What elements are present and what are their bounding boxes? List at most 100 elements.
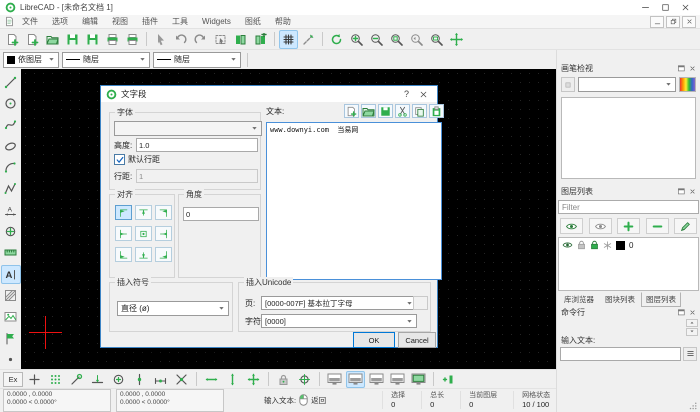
symbol-combo[interactable]: 直径 (ø) xyxy=(117,301,229,316)
menu-help[interactable]: 帮助 xyxy=(268,16,298,27)
text-tool-button[interactable]: A xyxy=(1,265,21,284)
menu-edit[interactable]: 编辑 xyxy=(75,16,105,27)
float-dock-icon[interactable] xyxy=(677,64,686,73)
command-options-button[interactable] xyxy=(683,347,697,361)
display-mode-1-button[interactable] xyxy=(325,371,344,388)
menu-plugins[interactable]: 插件 xyxy=(135,16,165,27)
redraw-button[interactable] xyxy=(327,30,346,49)
print-button[interactable] xyxy=(103,30,122,49)
dimension-tool-button[interactable]: A xyxy=(1,201,21,220)
paste-text-button[interactable] xyxy=(429,104,444,118)
snap-intersection-button[interactable] xyxy=(172,371,191,388)
layer-filter-input[interactable]: Filter xyxy=(558,200,699,214)
align-middle-right-button[interactable] xyxy=(155,226,172,241)
pen-color-combo[interactable]: 依图层 xyxy=(3,52,59,68)
ellipse-tool-button[interactable] xyxy=(1,136,21,155)
layer-lock-icon[interactable] xyxy=(577,240,586,250)
grid-toggle-button[interactable] xyxy=(279,30,298,49)
hide-all-layers-button[interactable] xyxy=(589,218,612,234)
image-tool-button[interactable] xyxy=(1,307,21,326)
zoom-out-button[interactable] xyxy=(367,30,386,49)
align-bottom-right-button[interactable] xyxy=(155,247,172,262)
measure-tool-button[interactable] xyxy=(1,243,21,262)
arc-tool-button[interactable] xyxy=(1,158,21,177)
open-button[interactable] xyxy=(43,30,62,49)
snap-entity-button[interactable] xyxy=(88,371,107,388)
restrict-vertical-button[interactable] xyxy=(223,371,242,388)
pen-wizard-combo[interactable] xyxy=(578,77,676,92)
mdi-restore-button[interactable] xyxy=(666,16,680,28)
save-as-button[interactable] xyxy=(83,30,102,49)
line-tool-button[interactable] xyxy=(1,72,21,91)
exclusive-snap-button[interactable]: Ex xyxy=(3,372,23,387)
close-dock-icon[interactable] xyxy=(689,187,696,196)
draft-mode-button[interactable] xyxy=(299,30,318,49)
block-tool-button[interactable] xyxy=(1,329,21,348)
zoom-in-button[interactable] xyxy=(347,30,366,49)
zoom-previous-button[interactable] xyxy=(407,30,426,49)
lock-relative-zero-button[interactable] xyxy=(274,371,293,388)
unicode-char-combo[interactable]: [0000] xyxy=(261,314,417,328)
print-preview-button[interactable] xyxy=(123,30,142,49)
menu-tools[interactable]: 工具 xyxy=(165,16,195,27)
snap-endpoint-button[interactable] xyxy=(67,371,86,388)
edit-layer-button[interactable] xyxy=(674,218,697,234)
remove-layer-button[interactable] xyxy=(646,218,669,234)
zoom-pan-button[interactable] xyxy=(447,30,466,49)
circle-tool-button[interactable] xyxy=(1,94,21,113)
load-text-button[interactable] xyxy=(361,104,376,118)
layer-color-swatch[interactable] xyxy=(616,241,625,250)
new-from-template-button[interactable] xyxy=(23,30,42,49)
polyline-tool-button[interactable] xyxy=(1,179,21,198)
layer-construction-icon[interactable] xyxy=(603,241,612,250)
ok-button[interactable]: OK xyxy=(353,332,395,348)
snap-free-button[interactable] xyxy=(25,371,44,388)
display-mode-3-button[interactable] xyxy=(367,371,386,388)
block-add-button[interactable] xyxy=(251,30,270,49)
minimize-button[interactable] xyxy=(635,1,655,14)
display-mode-2-button[interactable] xyxy=(346,371,365,388)
pen-width-combo[interactable]: 随层 xyxy=(62,52,150,68)
set-relative-zero-button[interactable] xyxy=(295,371,314,388)
modify-tool-button[interactable] xyxy=(1,222,21,241)
align-top-center-button[interactable] xyxy=(135,205,152,220)
snap-center-button[interactable] xyxy=(109,371,128,388)
spline-tool-button[interactable] xyxy=(1,115,21,134)
selection-window-button[interactable] xyxy=(211,30,230,49)
undo-button[interactable] xyxy=(171,30,190,49)
save-button[interactable] xyxy=(63,30,82,49)
hatch-tool-button[interactable] xyxy=(1,286,21,305)
line-spacing-input[interactable]: 1 xyxy=(136,169,258,183)
show-all-layers-button[interactable] xyxy=(560,218,583,234)
point-tool-button[interactable] xyxy=(1,350,21,369)
restrict-horizontal-button[interactable] xyxy=(202,371,221,388)
snap-distance-button[interactable] xyxy=(151,371,170,388)
unicode-extra-button[interactable] xyxy=(413,296,428,310)
align-bottom-center-button[interactable] xyxy=(135,247,152,262)
tab-layer-list[interactable]: 图层列表 xyxy=(641,292,681,307)
layer-print-icon[interactable] xyxy=(590,240,599,250)
command-input[interactable] xyxy=(560,347,681,361)
text-content-area[interactable]: www.downyi.com 当易网 xyxy=(266,122,442,280)
close-dock-icon[interactable] xyxy=(689,64,696,73)
snap-middle-button[interactable] xyxy=(130,371,149,388)
menu-view[interactable]: 视图 xyxy=(105,16,135,27)
copy-text-button[interactable] xyxy=(412,104,427,118)
align-bottom-left-button[interactable] xyxy=(115,247,132,262)
align-top-right-button[interactable] xyxy=(155,205,172,220)
float-dock-icon[interactable] xyxy=(677,308,686,317)
palette-button[interactable] xyxy=(679,77,696,92)
tab-block-list[interactable]: 图块列表 xyxy=(600,292,640,307)
save-text-button[interactable] xyxy=(378,104,393,118)
clear-text-button[interactable] xyxy=(344,104,359,118)
menu-widgets[interactable]: Widgets xyxy=(195,17,238,26)
history-up-button[interactable] xyxy=(686,319,698,327)
align-middle-left-button[interactable] xyxy=(115,226,132,241)
menu-file[interactable]: 文件 xyxy=(15,16,45,27)
font-combo[interactable] xyxy=(114,121,262,136)
cursor-button[interactable] xyxy=(151,30,170,49)
float-dock-icon[interactable] xyxy=(677,187,686,196)
align-top-left-button[interactable] xyxy=(115,205,132,220)
add-layer-button[interactable] xyxy=(617,218,640,234)
default-spacing-checkbox[interactable] xyxy=(114,154,125,165)
